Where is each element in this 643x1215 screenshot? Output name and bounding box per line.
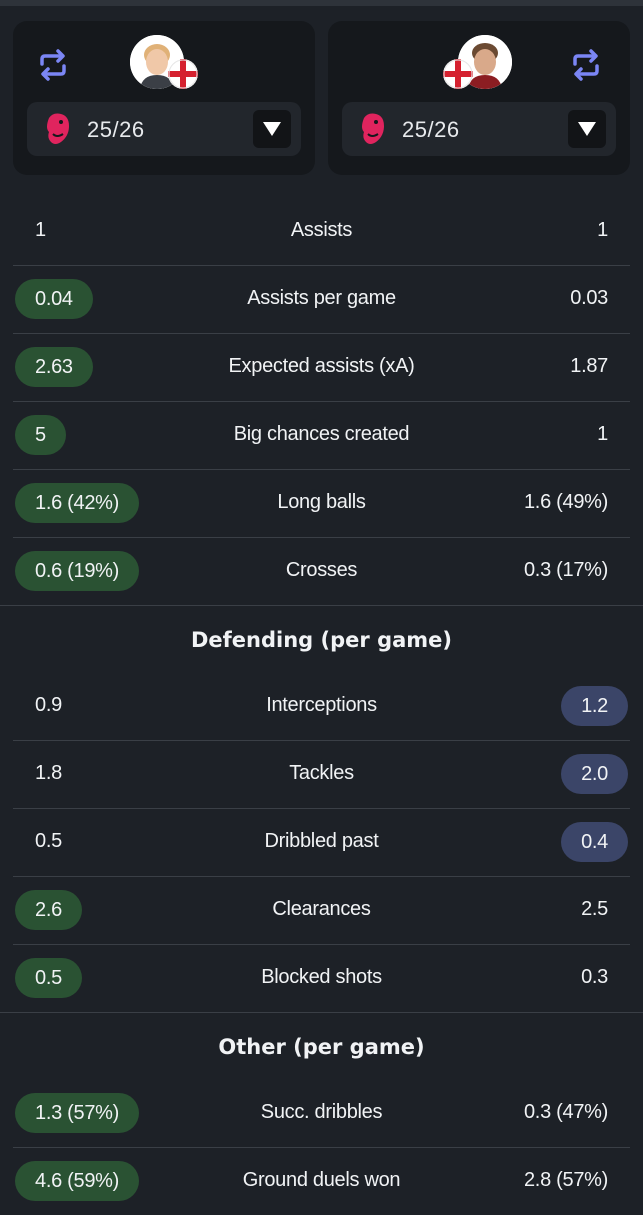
stats-comparison: Assists 1 1 Assists per game 0.04 0.03 Expecte… xyxy=(0,198,643,1215)
player-card-left: 25/26 xyxy=(13,21,315,175)
england-flag-icon xyxy=(443,59,473,89)
left-player-value: 1.6 (42%) xyxy=(15,483,140,523)
stat-row: Tackles 1.8 2.0 xyxy=(13,741,630,809)
england-flag-icon xyxy=(168,59,198,89)
left-player-value: 0.04 xyxy=(15,279,93,319)
right-player-value: 2.5 xyxy=(581,898,608,920)
stat-row: Expected assists (xA) 2.63 1.87 xyxy=(13,334,630,402)
right-player-value: 1 xyxy=(597,219,608,241)
stat-row: Ground duels won 4.6 (59%) 2.8 (57%) xyxy=(13,1148,630,1215)
stat-row: Big chances created 5 1 xyxy=(13,402,630,470)
left-player-value: 2.6 xyxy=(15,890,82,930)
player-card-right: 25/26 xyxy=(328,21,630,175)
player-selector: 25/26 25/26 xyxy=(13,21,630,175)
right-player-value: 2.8 (57%) xyxy=(523,1169,608,1191)
stat-label: Tackles xyxy=(289,762,354,784)
stat-row: Assists per game 0.04 0.03 xyxy=(13,266,630,334)
right-player-value: 1.87 xyxy=(570,355,608,377)
stat-label: Expected assists (xA) xyxy=(228,355,415,377)
premier-league-icon xyxy=(47,113,69,144)
stat-row: Clearances 2.6 2.5 xyxy=(13,877,630,945)
right-player-value: 2.0 xyxy=(561,754,628,794)
stat-label: Clearances xyxy=(272,898,371,920)
right-player-value: 1 xyxy=(597,423,608,445)
stat-row: Dribbled past 0.5 0.4 xyxy=(13,809,630,877)
right-player-value: 1.2 xyxy=(561,686,628,726)
left-player-value: 5 xyxy=(15,415,66,455)
left-player-value: 4.6 (59%) xyxy=(15,1161,140,1201)
swap-icon[interactable] xyxy=(35,47,71,83)
left-player-value: 0.5 xyxy=(15,958,82,998)
stat-row: Crosses 0.6 (19%) 0.3 (17%) xyxy=(13,538,630,605)
stat-row: Blocked shots 0.5 0.3 xyxy=(13,945,630,1012)
stat-row: Assists 1 1 xyxy=(13,198,630,266)
chevron-down-icon xyxy=(578,122,596,136)
premier-league-icon xyxy=(362,113,384,144)
season-dropdown-button[interactable] xyxy=(568,110,606,148)
right-player-value: 0.3 (17%) xyxy=(523,559,608,581)
stat-label: Interceptions xyxy=(266,694,377,716)
right-player-value: 0.4 xyxy=(561,822,628,862)
left-player-value: 0.5 xyxy=(35,830,62,852)
stat-row: Interceptions 0.9 1.2 xyxy=(13,673,630,741)
right-player-value: 0.3 xyxy=(581,966,608,988)
left-player-value: 1.8 xyxy=(35,762,62,784)
right-player-value: 0.3 (47%) xyxy=(523,1101,608,1123)
left-player-value: 1 xyxy=(35,219,46,241)
right-player-value: 1.6 (49%) xyxy=(523,491,608,513)
stat-label: Dribbled past xyxy=(264,830,379,852)
left-player-value: 0.6 (19%) xyxy=(15,551,140,591)
stat-row: Long balls 1.6 (42%) 1.6 (49%) xyxy=(13,470,630,538)
section-title: Defending (per game) xyxy=(191,628,452,652)
season-dropdown-button[interactable] xyxy=(253,110,291,148)
stat-label: Blocked shots xyxy=(261,966,382,988)
stat-row: Succ. dribbles 1.3 (57%) 0.3 (47%) xyxy=(13,1080,630,1148)
season-selector[interactable]: 25/26 xyxy=(342,102,616,156)
stat-label: Assists xyxy=(290,219,353,241)
stat-label: Big chances created xyxy=(233,423,410,445)
stat-label: Assists per game xyxy=(247,287,396,309)
left-player-value: 1.3 (57%) xyxy=(15,1093,140,1133)
chevron-down-icon xyxy=(263,122,281,136)
season-label: 25/26 xyxy=(402,117,460,142)
season-selector[interactable]: 25/26 xyxy=(27,102,301,156)
top-divider xyxy=(0,0,643,6)
season-label: 25/26 xyxy=(87,117,145,142)
left-player-value: 0.9 xyxy=(35,694,62,716)
right-player-value: 0.03 xyxy=(570,287,608,309)
left-player-value: 2.63 xyxy=(15,347,93,387)
section-title: Other (per game) xyxy=(218,1035,425,1059)
swap-icon[interactable] xyxy=(568,47,604,83)
